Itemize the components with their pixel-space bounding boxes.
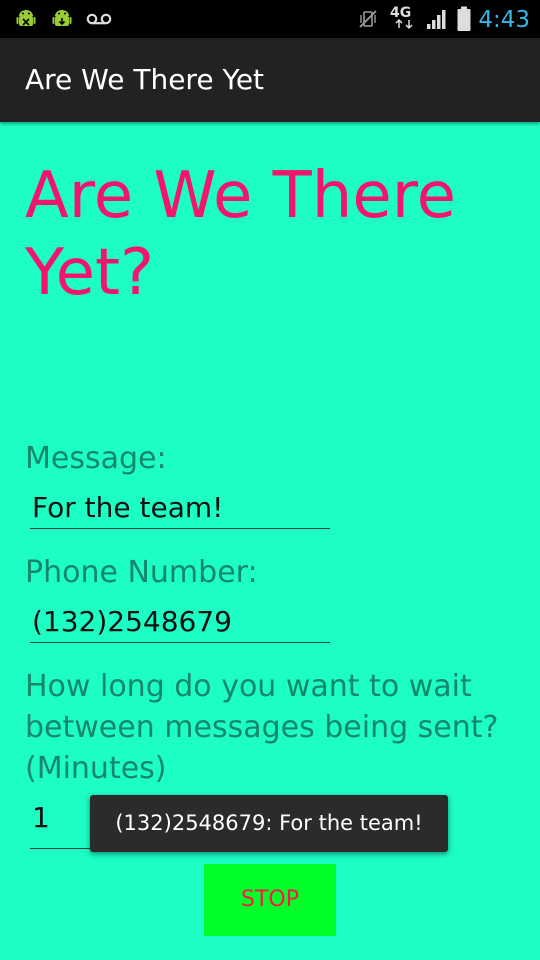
android-update-icon [52, 10, 72, 26]
vibrate-mute-icon [359, 10, 377, 28]
toast-notification: (132)2548679: For the team! [90, 795, 448, 852]
phone-field[interactable]: (132)2548679 [30, 602, 330, 643]
status-bar: 4G 4:43 [0, 0, 540, 38]
action-bar: Are We There Yet [0, 38, 540, 122]
signal-icon [427, 10, 446, 29]
network-type-label: 4G [390, 5, 411, 21]
android-debug-icon [16, 10, 36, 26]
toast-text: (132)2548679: For the team! [115, 811, 423, 835]
phone-label: Phone Number: [25, 555, 258, 590]
battery-icon [457, 6, 471, 31]
page-heading: Are We There Yet? [25, 159, 456, 310]
interval-label: How long do you want to wait between mes… [25, 669, 499, 786]
interval-field[interactable]: 1 [30, 800, 92, 849]
stop-button[interactable]: STOP [204, 864, 336, 936]
message-label: Message: [25, 441, 167, 476]
phone-field-value: (132)2548679 [32, 605, 232, 638]
app-title: Are We There Yet [25, 63, 265, 96]
message-field-value: For the team! [32, 491, 224, 524]
4g-lte-icon: 4G [390, 5, 413, 30]
message-field[interactable]: For the team! [30, 488, 330, 529]
voicemail-icon [86, 13, 112, 25]
status-time: 4:43 [478, 7, 530, 33]
interval-field-value: 1 [32, 801, 50, 834]
